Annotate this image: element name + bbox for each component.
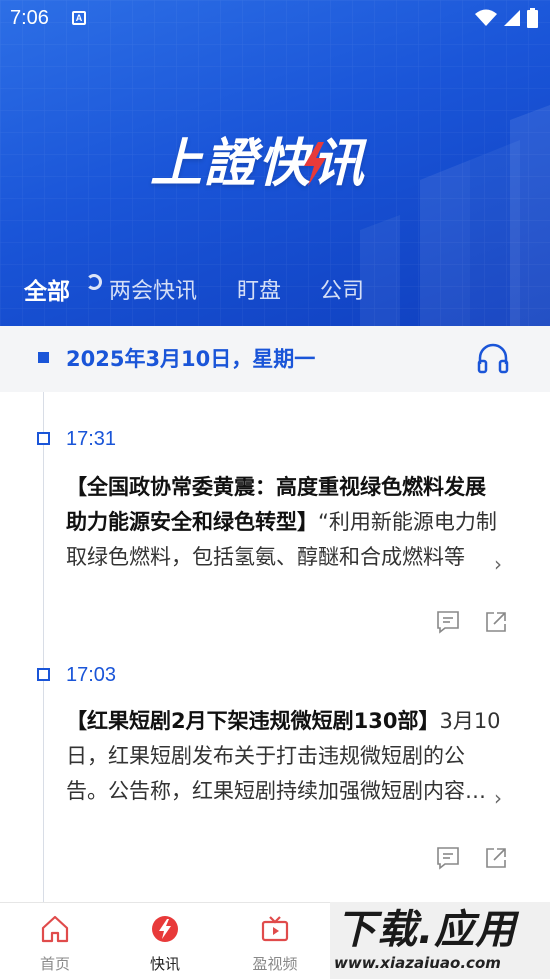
watermark: 下载.应用 www.xiazaiuao.com: [330, 902, 550, 979]
home-icon: [41, 915, 69, 943]
date-bar: 2025年3月10日，星期一: [0, 326, 550, 392]
chevron-right-icon[interactable]: ›: [494, 552, 502, 576]
watermark-title: 下载.应用: [336, 907, 517, 953]
chevron-right-icon[interactable]: ›: [494, 786, 502, 810]
nav-home-label: 首页: [39, 955, 70, 973]
logo-text-1: 上證: [150, 134, 259, 194]
nav-flash[interactable]: 快讯: [110, 903, 220, 979]
status-time: 7:06: [10, 7, 49, 29]
refresh-indicator-icon: [86, 274, 102, 290]
tv-icon: [261, 916, 289, 942]
news-time: 17:31: [66, 428, 117, 450]
tab-two-sessions-label: 两会快讯: [109, 279, 198, 304]
timeline-dot: [37, 432, 50, 445]
nav-video[interactable]: 盈视频: [220, 903, 330, 979]
tab-all-label: 全部: [24, 279, 70, 305]
news-item[interactable]: 17:03 【红果短剧2月下架违规微短剧130部】3月10日，红果短剧发布关于打…: [0, 628, 550, 883]
lightning-icon: [304, 142, 326, 186]
tab-all[interactable]: 全部: [24, 272, 102, 312]
status-bar: 7:06 A: [0, 0, 550, 38]
tab-watch-label: 盯盘: [237, 279, 282, 304]
battery-icon: [527, 8, 538, 28]
headphones-icon[interactable]: [476, 342, 510, 374]
comment-icon[interactable]: [436, 846, 460, 870]
timeline-dot: [37, 668, 50, 681]
news-content: 【全国政协常委黄震：高度重视绿色燃料发展 助力能源安全和绿色转型】“利用新能源电…: [66, 470, 506, 575]
tab-two-sessions[interactable]: 两会快讯: [109, 272, 197, 312]
nav-home[interactable]: 首页: [0, 903, 110, 979]
tab-watch[interactable]: 盯盘: [237, 272, 281, 312]
wifi-icon: [475, 9, 497, 26]
date-marker: [38, 352, 49, 363]
flash-icon: [152, 916, 178, 942]
nav-video-label: 盈视频: [252, 955, 298, 973]
date-text: 2025年3月10日，星期一: [66, 347, 316, 371]
news-content: 【红果短剧2月下架违规微短剧130部】3月10日，红果短剧发布关于打击违规微短剧…: [66, 704, 506, 809]
app-logo: 上證快讯: [150, 132, 400, 196]
signal-icon: [504, 10, 520, 26]
header-banner: 7:06 A 上證快讯 全部 两会快讯 盯盘 公司: [0, 0, 550, 326]
watermark-url: www.xiazaiuao.com: [334, 954, 501, 972]
news-item[interactable]: 17:31 【全国政协常委黄震：高度重视绿色燃料发展 助力能源安全和绿色转型】“…: [0, 392, 550, 647]
share-icon[interactable]: [484, 846, 508, 870]
nav-flash-label: 快讯: [149, 955, 180, 973]
tab-bar: 全部 两会快讯 盯盘 公司: [0, 272, 550, 316]
news-actions: [436, 846, 508, 870]
news-time: 17:03: [66, 664, 117, 686]
status-icons: [475, 8, 538, 28]
news-headline: 【红果短剧2月下架违规微短剧130部】: [66, 709, 440, 733]
notification-a-icon: A: [72, 11, 86, 25]
tab-company-label: 公司: [320, 279, 365, 304]
tab-company[interactable]: 公司: [320, 272, 364, 312]
